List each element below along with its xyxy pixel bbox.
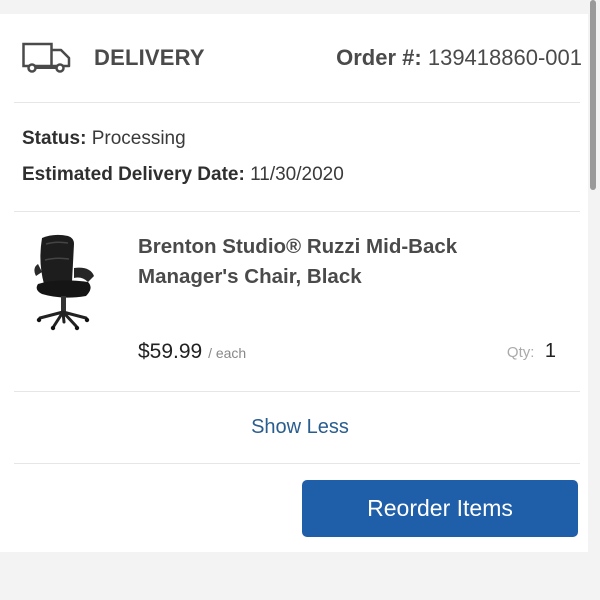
divider — [14, 102, 580, 103]
product-name-line: Manager's Chair, Black — [138, 265, 362, 288]
delivery-date-label: Estimated Delivery Date: — [22, 164, 245, 185]
order-number: Order #: 139418860-001 — [336, 45, 582, 71]
delivery-title: DELIVERY — [94, 45, 205, 70]
status-value: Processing — [91, 128, 186, 149]
scrollbar[interactable] — [590, 0, 596, 190]
chair-product-image[interactable] — [28, 232, 100, 332]
status-label: Status: — [22, 128, 87, 149]
divider — [14, 463, 580, 464]
delivery-date-row: Estimated Delivery Date: 11/30/2020 — [22, 164, 344, 186]
order-number-label: Order #: — [336, 45, 422, 70]
delivery-truck-icon — [22, 42, 71, 73]
product-name-link[interactable]: Brenton Studio® Ruzzi Mid-Back Manager's… — [138, 232, 558, 292]
show-less-link[interactable]: Show Less — [0, 416, 600, 439]
qty-label: Qty: — [506, 344, 535, 361]
price-unit: / each — [208, 345, 247, 361]
delivery-date-value: 11/30/2020 — [250, 164, 344, 185]
status-row: Status: Processing — [22, 128, 186, 150]
price-value: $59.99 — [138, 340, 203, 363]
item-price: $59.99 / each — [138, 340, 246, 364]
item-quantity: Qty: 1 — [507, 340, 556, 363]
divider — [14, 391, 580, 392]
order-number-value: 139418860-001 — [427, 45, 582, 70]
divider — [14, 211, 580, 212]
reorder-items-button[interactable]: Reorder Items — [302, 480, 578, 537]
qty-value: 1 — [544, 340, 556, 362]
delivery-header: DELIVERY Order #: 139418860-001 — [22, 38, 582, 82]
product-name-line: Brenton Studio® Ruzzi Mid-Back — [138, 235, 458, 258]
